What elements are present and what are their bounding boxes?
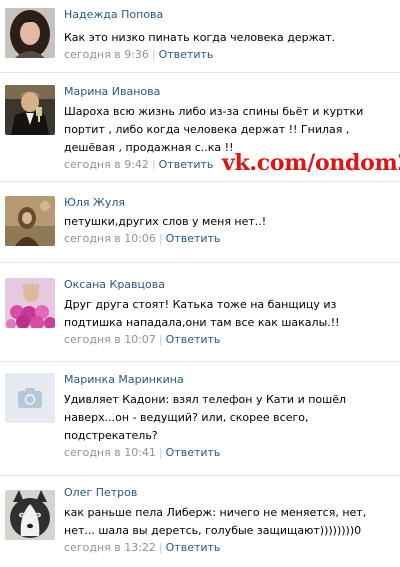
woman-with-flowers-photo (5, 278, 55, 328)
comment-meta: сегодня в 9:36 | Ответить (64, 48, 394, 62)
camera-placeholder-icon (5, 373, 55, 423)
reply-link[interactable]: Ответить (166, 232, 221, 245)
comment-text: Как это низко пинать когда человека держ… (64, 29, 394, 47)
avatar[interactable] (5, 278, 55, 328)
comment-author[interactable]: Надежда Попова (64, 8, 394, 22)
comment-timestamp[interactable]: сегодня в 10:06 (64, 232, 156, 245)
comment-timestamp[interactable]: сегодня в 13:22 (64, 541, 156, 554)
comment-item: Надежда Попова Как это низко пинать когд… (0, 0, 400, 62)
comment-text-line: Шароха всю жизнь либо из-за спины бьёт и… (64, 105, 364, 118)
comment-text-line: нет... шала вы деретсь, голубые защищают… (64, 524, 362, 537)
avatar[interactable] (5, 490, 55, 540)
comment-author[interactable]: Оксана Кравцова (64, 278, 394, 292)
comment-item: Юля Жуля петушки,других слов у меня нет.… (0, 190, 400, 252)
comment-text: Удивляет Кадони: взял телефон у Кати и п… (64, 391, 394, 445)
woman-outdoor-photo (5, 196, 55, 246)
comment-item: Маринка Маринкина Удивляет Кадони: взял … (0, 371, 400, 461)
watermark-text: vk.com/ondom2 (222, 150, 400, 176)
comment-text-line: портит , либо когда человека держат !! Г… (64, 123, 350, 136)
comment-text: петушки,других слов у меня нет..! (64, 213, 394, 231)
comment-timestamp[interactable]: сегодня в 9:42 (64, 158, 149, 171)
comment-text-line: подтишка нападала,они там все как шакалы… (64, 316, 340, 329)
comment-text-line: наверх...он - ведущий? или, скорее всего… (64, 411, 309, 424)
comment-author[interactable]: Олег Петров (64, 486, 394, 500)
separator: | (158, 333, 163, 346)
comment-author[interactable]: Маринка Маринкина (64, 373, 394, 387)
avatar[interactable] (5, 373, 55, 423)
divider (0, 181, 400, 182)
divider (0, 475, 400, 476)
comment-text-line: подстрекатель? (64, 429, 158, 442)
comment-text: как раньше пела Либерж: ничего не меняет… (64, 504, 394, 540)
reply-link[interactable]: Ответить (166, 333, 221, 346)
reply-link[interactable]: Ответить (166, 541, 221, 554)
reply-link[interactable]: Ответить (166, 446, 221, 459)
separator: | (158, 446, 163, 459)
avatar[interactable] (5, 196, 55, 246)
comment-item: Олег Петров как раньше пела Либерж: ниче… (0, 484, 400, 564)
divider (0, 361, 400, 362)
reply-link[interactable]: Ответить (159, 48, 214, 61)
comment-meta: сегодня в 13:22 | Ответить (64, 541, 394, 555)
comment-text: Друг друга стоят! Катька тоже на банщицу… (64, 296, 394, 332)
comment-text: Шароха всю жизнь либо из-за спины бьёт и… (64, 103, 394, 157)
woman-dark-hair-photo (5, 8, 55, 58)
comment-timestamp[interactable]: сегодня в 10:07 (64, 333, 156, 346)
comment-meta: сегодня в 10:06 | Ответить (64, 232, 394, 246)
comment-text-line: Удивляет Кадони: взял телефон у Кати и п… (64, 393, 347, 406)
separator: | (151, 48, 156, 61)
comment-text-line: Как это низко пинать когда человека держ… (64, 31, 336, 44)
avatar[interactable] (5, 85, 55, 135)
divider (0, 262, 400, 263)
divider (0, 72, 400, 73)
comment-text-line: петушки,других слов у меня нет..! (64, 215, 267, 228)
comment-author[interactable]: Марина Иванова (64, 85, 394, 99)
husky-dog-photo (5, 490, 55, 540)
comment-text-line: Друг друга стоят! Катька тоже на банщицу… (64, 298, 337, 311)
comment-text-line: как раньше пела Либерж: ничего не меняет… (64, 506, 367, 519)
comment-timestamp[interactable]: сегодня в 10:41 (64, 446, 156, 459)
reply-link[interactable]: Ответить (159, 158, 214, 171)
comment-item: Оксана Кравцова Друг друга стоят! Катька… (0, 272, 400, 352)
comment-meta: сегодня в 10:41 | Ответить (64, 446, 394, 460)
comment-timestamp[interactable]: сегодня в 9:36 (64, 48, 149, 61)
separator: | (158, 232, 163, 245)
comment-meta: сегодня в 10:07 | Ответить (64, 333, 394, 347)
man-with-glass-photo (5, 85, 55, 135)
separator: | (158, 541, 163, 554)
separator: | (151, 158, 156, 171)
comment-author[interactable]: Юля Жуля (64, 196, 394, 210)
avatar[interactable] (5, 8, 55, 58)
